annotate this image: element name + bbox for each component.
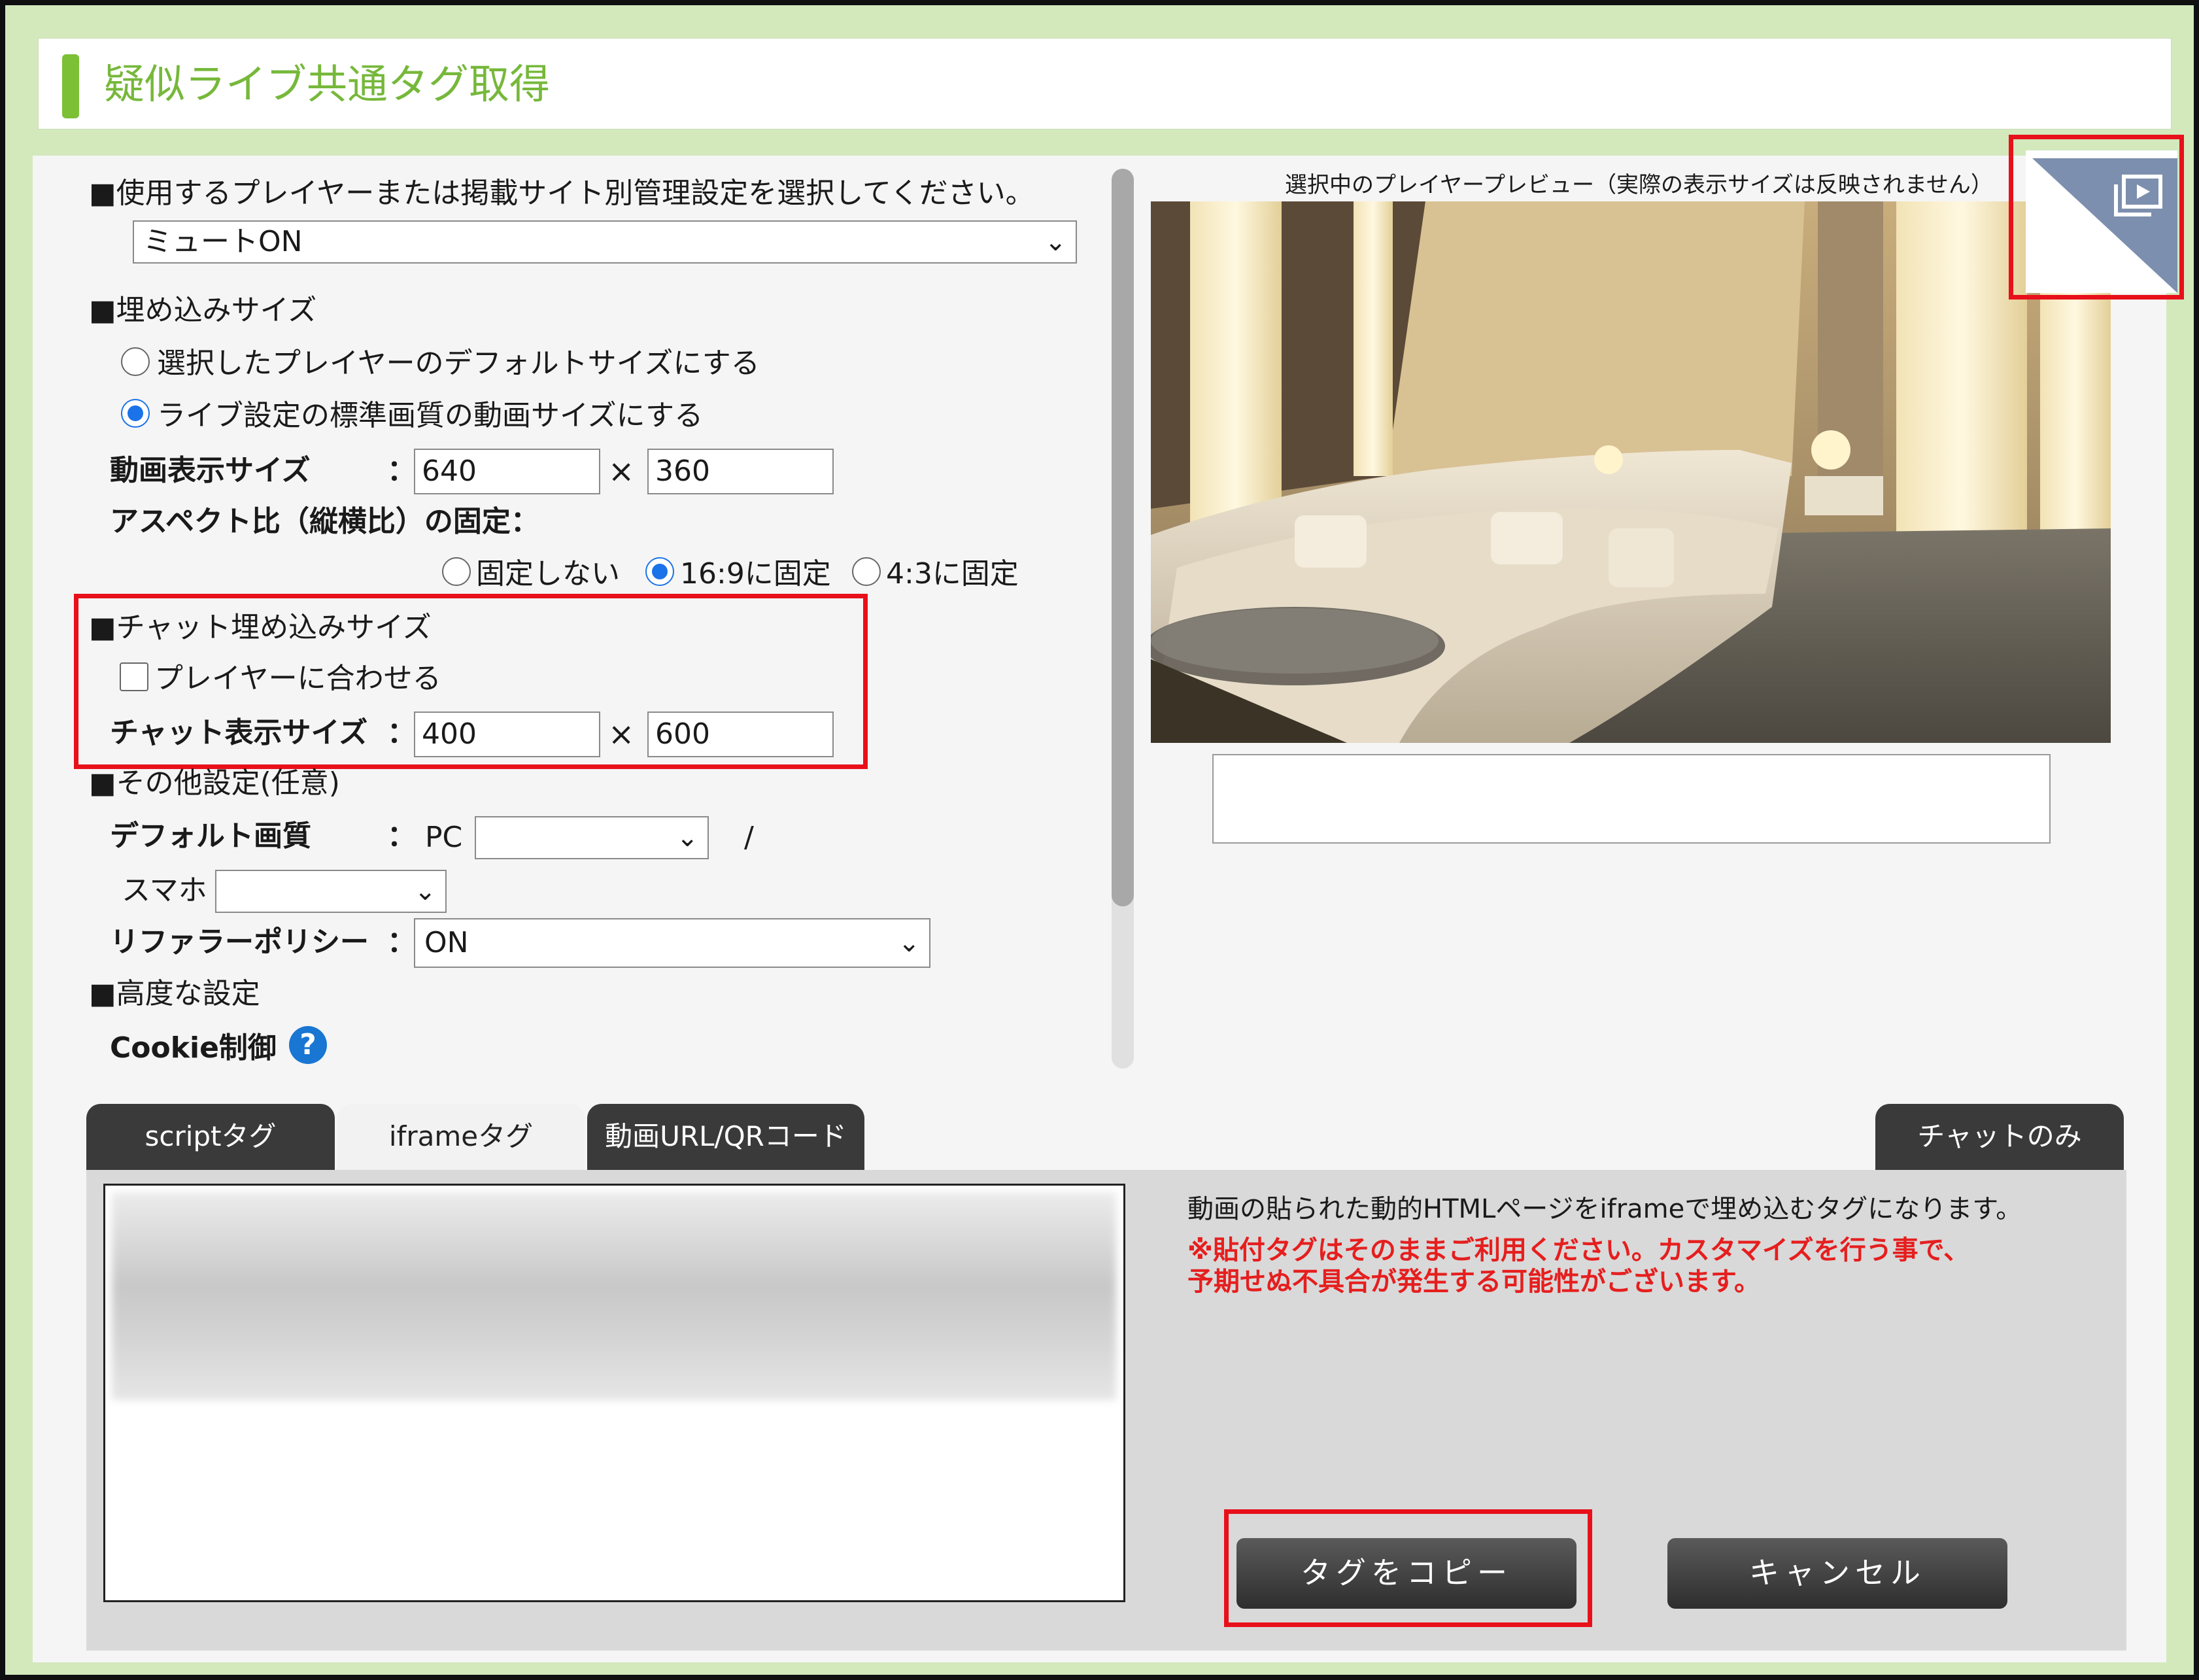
referrer-select-value: ON [424, 926, 469, 959]
help-icon[interactable]: ? [289, 1026, 327, 1064]
cookie-label: Cookie制御 [110, 1031, 277, 1065]
aspect-label: アスペクト比（縦横比）の固定： [110, 505, 539, 538]
video-times-sign: × [608, 453, 635, 490]
title-accent-bar [62, 54, 79, 118]
referrer-label: リファラーポリシー [110, 925, 369, 959]
size-default-label: 選択したプレイヤーのデフォルトサイズにする [157, 347, 760, 380]
tab-script[interactable]: scriptタグ [86, 1104, 335, 1172]
aspect-none-label: 固定しない [476, 557, 620, 591]
video-size-label: 動画表示サイズ [110, 454, 311, 487]
chevron-down-icon: ⌄ [1044, 227, 1066, 257]
player-select-value: ミュートON [143, 225, 303, 258]
video-size-colon: ： [387, 454, 416, 487]
other-heading: ■その他設定(任意) [89, 766, 340, 800]
scrollbar-thumb[interactable] [1112, 169, 1134, 906]
size-default-radio[interactable] [121, 347, 150, 376]
page-title: 疑似ライブ共通タグ取得 [104, 60, 551, 108]
tag-code-textarea[interactable] [103, 1184, 1125, 1602]
tag-warning-line1: ※貼付タグはそのままご利用ください。カスタマイズを行う事で、 [1187, 1235, 1970, 1265]
blurred-tag-code [112, 1192, 1116, 1400]
tab-chat-only[interactable]: チャットのみ [1875, 1104, 2124, 1172]
tab-iframe[interactable]: iframeタグ [337, 1104, 585, 1172]
title-bar: 疑似ライブ共通タグ取得 [38, 38, 2172, 129]
aspect-43-label: 4:3に固定 [886, 557, 1019, 591]
preview-image [1151, 201, 2111, 743]
preview-corner-highlight [2009, 135, 2184, 300]
advanced-heading: ■高度な設定 [89, 977, 260, 1010]
aspect-43-radio[interactable] [852, 557, 881, 586]
referrer-colon: ： [387, 925, 416, 959]
preview-caption-box [1212, 754, 2051, 844]
referrer-select[interactable]: ON ⌄ [414, 918, 930, 968]
preview-label: 選択中のプレイヤープレビュー（実際の表示サイズは反映されません） [1285, 172, 1993, 198]
chevron-down-icon: ⌄ [898, 928, 920, 958]
player-heading: ■使用するプレイヤーまたは掲載サイト別管理設定を選択してください。 [89, 177, 1034, 210]
chevron-down-icon: ⌄ [414, 876, 436, 906]
player-select[interactable]: ミュートON ⌄ [133, 220, 1077, 264]
default-quality-colon: ： [387, 819, 416, 853]
aspect-none-radio[interactable] [442, 557, 471, 586]
player-preview[interactable] [1151, 201, 2111, 743]
video-height-input[interactable]: 360 [647, 449, 834, 494]
size-live-radio[interactable] [121, 399, 150, 428]
smartphone-label: スマホ [122, 874, 207, 907]
aspect-169-label: 16:9に固定 [680, 557, 831, 591]
chevron-down-icon: ⌄ [676, 823, 698, 853]
tag-description: 動画の貼られた動的HTMLページをiframeで埋め込むタグになります。 [1187, 1194, 2022, 1224]
chat-size-highlight [74, 594, 868, 769]
default-quality-label: デフォルト画質 [110, 819, 311, 853]
pc-label: PC [425, 821, 463, 854]
smartphone-quality-select[interactable]: ⌄ [215, 870, 447, 913]
cancel-button[interactable]: キャンセル [1667, 1538, 2007, 1609]
tag-warning-line2: 予期せぬ不具合が発生する可能性がございます。 [1187, 1267, 1760, 1297]
embed-heading: ■埋め込みサイズ [89, 294, 317, 327]
tab-video-url-qr[interactable]: 動画URL/QRコード [587, 1104, 864, 1172]
quality-slash: / [744, 821, 754, 854]
settings-scrollbar[interactable] [1112, 169, 1134, 1069]
size-live-label: ライブ設定の標準画質の動画サイズにする [157, 399, 704, 432]
aspect-169-radio[interactable] [645, 557, 674, 586]
tag-warning: ※貼付タグはそのままご利用ください。カスタマイズを行う事で、 予期せぬ不具合が発… [1187, 1235, 1969, 1297]
pc-quality-select[interactable]: ⌄ [475, 816, 709, 859]
video-width-input[interactable]: 640 [414, 449, 600, 494]
copy-button-highlight [1224, 1509, 1592, 1627]
